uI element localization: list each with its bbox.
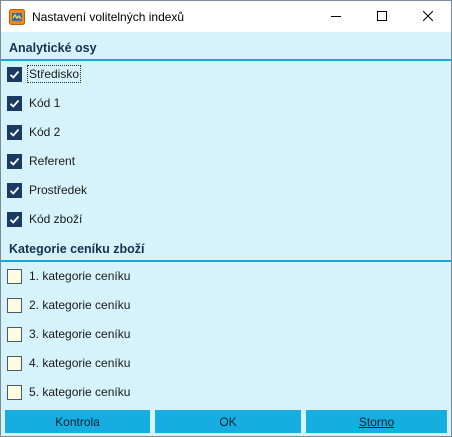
checkbox-kategorie-1[interactable]: 1. kategorie ceníku [7, 266, 130, 286]
close-icon [422, 10, 434, 24]
checkbox-label: Prostředek [29, 183, 88, 197]
title-bar[interactable]: Nastavení volitelných indexů [1, 1, 451, 32]
maximize-button[interactable] [359, 1, 405, 32]
checkbox-unchecked-icon[interactable] [7, 355, 22, 371]
app-icon [9, 9, 25, 25]
checkbox-label: 1. kategorie ceníku [29, 269, 131, 283]
checkbox-kategorie-3[interactable]: 3. kategorie ceníku [7, 324, 130, 344]
checkbox-label: 2. kategorie ceníku [29, 298, 131, 312]
price-section-header: Kategorie ceníku zboží [1, 236, 451, 262]
checkbox-referent[interactable]: Referent [7, 151, 75, 171]
checkbox-kod-1[interactable]: Kód 1 [7, 93, 60, 113]
checkbox-kod-zbozi[interactable]: Kód zboží [7, 209, 82, 229]
checkbox-unchecked-icon[interactable] [7, 297, 22, 313]
close-button[interactable] [405, 1, 451, 32]
ok-button-label: OK [219, 414, 237, 429]
checkbox-label: Kód 1 [29, 96, 61, 110]
checkbox-checked-icon[interactable] [7, 66, 22, 82]
dialog-window: Nastavení volitelných indexů Analytické … [0, 0, 452, 437]
storno-button[interactable]: Storno [306, 410, 447, 433]
checkbox-unchecked-icon[interactable] [7, 326, 22, 342]
checkbox-kod-2[interactable]: Kód 2 [7, 122, 60, 142]
minimize-button[interactable] [313, 1, 359, 32]
checkbox-label: Kód 2 [29, 125, 61, 139]
checkbox-label: 3. kategorie ceníku [29, 327, 131, 341]
checkbox-checked-icon[interactable] [7, 95, 22, 111]
checkbox-label: Středisko [26, 65, 82, 83]
kontrola-button-label: Kontrola [55, 414, 100, 429]
storno-button-label: Storno [358, 414, 395, 429]
dialog-content: Analytické osy Středisko Kód 1 Kód 2 Ref… [1, 32, 451, 406]
checkbox-checked-icon[interactable] [7, 124, 22, 140]
checkbox-kategorie-4[interactable]: 4. kategorie ceníku [7, 353, 130, 373]
checkbox-kategorie-2[interactable]: 2. kategorie ceníku [7, 295, 130, 315]
checkbox-checked-icon[interactable] [7, 211, 22, 227]
maximize-icon [377, 10, 387, 24]
checkbox-label: Kód zboží [29, 212, 83, 226]
checkbox-label: 5. kategorie ceníku [29, 385, 131, 399]
ok-button[interactable]: OK [155, 410, 301, 433]
analytic-section-title: Analytické osy [9, 41, 97, 55]
checkbox-stredisko[interactable]: Středisko [7, 64, 82, 84]
window-title: Nastavení volitelných indexů [32, 10, 185, 24]
checkbox-kategorie-5[interactable]: 5. kategorie ceníku [7, 382, 130, 402]
minimize-icon [331, 10, 341, 24]
checkbox-checked-icon[interactable] [7, 182, 22, 198]
analytic-section-header: Analytické osy [1, 35, 451, 61]
price-section-title: Kategorie ceníku zboží [9, 242, 145, 256]
checkbox-label: 4. kategorie ceníku [29, 356, 131, 370]
checkbox-unchecked-icon[interactable] [7, 268, 22, 284]
kontrola-button[interactable]: Kontrola [5, 410, 150, 433]
checkbox-checked-icon[interactable] [7, 153, 22, 169]
checkbox-prostredek[interactable]: Prostředek [7, 180, 87, 200]
checkbox-unchecked-icon[interactable] [7, 384, 22, 400]
button-bar: Kontrola OK Storno [1, 406, 451, 436]
checkbox-label: Referent [29, 154, 76, 168]
